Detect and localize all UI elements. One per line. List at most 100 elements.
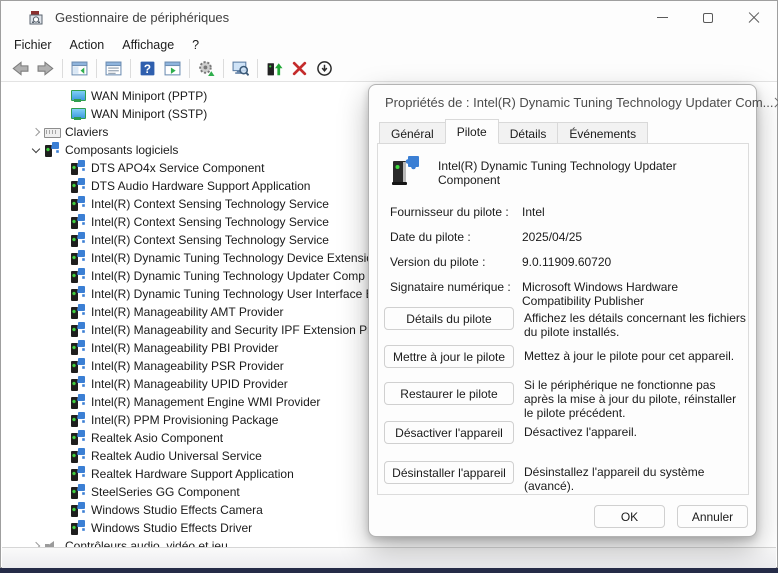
driver-action-button[interactable]: Détails du pilote xyxy=(384,307,514,330)
ok-button[interactable]: OK xyxy=(594,505,665,528)
dialog-tab[interactable]: Événements xyxy=(557,122,648,144)
tree-item-icon xyxy=(70,430,86,446)
update-driver-icon[interactable] xyxy=(266,60,283,77)
uninstall-device-icon[interactable] xyxy=(291,60,308,77)
tree-item-label: Claviers xyxy=(65,125,108,139)
menubar: FichierActionAffichage? xyxy=(1,34,777,56)
tree-item-label: SteelSeries GG Component xyxy=(91,485,240,499)
dialog-close-button[interactable] xyxy=(774,85,778,119)
tree-item-label: Intel(R) Manageability AMT Provider xyxy=(91,305,284,319)
dialog-tab[interactable]: Général xyxy=(379,122,446,144)
tree-item-label: Realtek Hardware Support Application xyxy=(91,467,294,481)
tree-item-label: Intel(R) Manageability PSR Provider xyxy=(91,359,284,373)
menubar-item[interactable]: Action xyxy=(61,36,114,54)
tree-item-label: Intel(R) Manageability and Security IPF … xyxy=(91,323,378,337)
driver-action-button[interactable]: Mettre à jour le pilote xyxy=(384,345,514,368)
back-icon[interactable] xyxy=(12,60,29,77)
dialog-tabs: GénéralPiloteDétailsÉvénements xyxy=(379,120,647,144)
tree-item-label: Windows Studio Effects Camera xyxy=(91,503,263,517)
help-icon[interactable]: ? xyxy=(139,60,156,77)
show-action-pane-icon[interactable] xyxy=(164,60,181,77)
toolbar-separator xyxy=(62,59,63,78)
dialog-tab[interactable]: Détails xyxy=(498,122,559,144)
close-button[interactable] xyxy=(731,1,777,34)
toolbar-separator xyxy=(257,59,258,78)
tree-item-icon xyxy=(70,214,86,230)
titlebar: Gestionnaire de périphériques xyxy=(1,1,777,34)
svg-text:?: ? xyxy=(144,63,151,76)
menubar-item[interactable]: Fichier xyxy=(5,36,61,54)
disable-device-icon[interactable] xyxy=(316,60,333,77)
maximize-button[interactable] xyxy=(685,1,731,34)
tree-item-icon xyxy=(70,106,86,122)
tree-item[interactable]: Contrôleurs audio, vidéo et jeu xyxy=(2,537,776,547)
tree-item-icon xyxy=(70,376,86,392)
toolbar-separator xyxy=(130,59,131,78)
tree-item-icon xyxy=(70,466,86,482)
toolbar-separator xyxy=(223,59,224,78)
tree-item-icon xyxy=(70,304,86,320)
toolbar-separator xyxy=(96,59,97,78)
tree-item-icon xyxy=(70,484,86,500)
tree-item-icon xyxy=(70,286,86,302)
tree-item-icon xyxy=(70,268,86,284)
tree-item-label: Intel(R) Context Sensing Technology Serv… xyxy=(91,233,329,247)
tree-item-label: Intel(R) Management Engine WMI Provider xyxy=(91,395,320,409)
menubar-item[interactable]: Affichage xyxy=(113,36,183,54)
close-icon xyxy=(748,12,760,24)
dialog-titlebar: Propriétés de : Intel(R) Dynamic Tuning … xyxy=(369,85,756,119)
toolbar: ? xyxy=(1,56,777,82)
driver-action-description: Désinstallez l'appareil du système (avan… xyxy=(524,465,746,493)
properties-icon[interactable] xyxy=(105,60,122,77)
tree-item-label: WAN Miniport (SSTP) xyxy=(91,107,207,121)
tree-item-icon xyxy=(70,340,86,356)
device-manager-app-icon xyxy=(28,9,45,26)
screen: Gestionnaire de périphériques FichierAct… xyxy=(0,0,778,573)
tree-item-icon xyxy=(70,358,86,374)
tree-item-icon xyxy=(44,142,60,158)
tree-item-label: Realtek Asio Component xyxy=(91,431,223,445)
tree-item-label: WAN Miniport (PPTP) xyxy=(91,89,207,103)
dialog-tab[interactable]: Pilote xyxy=(445,119,499,144)
minimize-icon xyxy=(657,17,668,18)
tree-item-icon xyxy=(70,448,86,464)
dialog-title: Propriétés de : Intel(R) Dynamic Tuning … xyxy=(385,95,774,110)
cancel-button[interactable]: Annuler xyxy=(677,505,748,528)
driver-action-description: Mettez à jour le pilote pour cet apparei… xyxy=(524,349,746,363)
tree-item-icon xyxy=(70,394,86,410)
expander-chevron-icon[interactable] xyxy=(28,538,44,547)
search-computer-icon[interactable] xyxy=(232,60,249,77)
tree-item-icon xyxy=(70,322,86,338)
forward-icon[interactable] xyxy=(37,60,54,77)
driver-action-description: Affichez les détails concernant les fich… xyxy=(524,311,746,339)
minimize-button[interactable] xyxy=(639,1,685,34)
window-bottom-edge xyxy=(2,547,776,568)
window-controls xyxy=(639,1,777,34)
tree-item-icon xyxy=(70,88,86,104)
driver-action-button[interactable]: Désinstaller l'appareil xyxy=(384,461,514,484)
tree-item-icon xyxy=(70,520,86,536)
tree-item-icon xyxy=(44,124,60,140)
tree-item-label: Intel(R) Dynamic Tuning Technology Updat… xyxy=(91,269,365,283)
tree-item-icon xyxy=(70,232,86,248)
window-title: Gestionnaire de périphériques xyxy=(55,10,229,25)
menubar-item[interactable]: ? xyxy=(183,36,208,54)
expander-chevron-icon[interactable] xyxy=(28,124,44,140)
driver-action-button[interactable]: Désactiver l'appareil xyxy=(384,421,514,444)
tree-item-icon xyxy=(70,250,86,266)
tree-item-icon xyxy=(70,502,86,518)
tree-item-label: Realtek Audio Universal Service xyxy=(91,449,262,463)
driver-action-description: Si le périphérique ne fonctionne pas apr… xyxy=(524,378,746,420)
expander-chevron-icon[interactable] xyxy=(28,142,44,158)
tree-item-label: Intel(R) Context Sensing Technology Serv… xyxy=(91,197,329,211)
tree-item-label: DTS APO4x Service Component xyxy=(91,161,264,175)
pilote-tab-page: Intel(R) Dynamic Tuning Technology Updat… xyxy=(377,143,749,495)
tree-item-icon xyxy=(70,412,86,428)
scan-hardware-changes-icon[interactable] xyxy=(198,60,215,77)
tree-item-label: Intel(R) Manageability PBI Provider xyxy=(91,341,278,355)
driver-action-button[interactable]: Restaurer le pilote xyxy=(384,382,514,405)
tree-item-icon xyxy=(70,160,86,176)
driver-action-description: Désactivez l'appareil. xyxy=(524,425,746,439)
tree-item-label: Composants logiciels xyxy=(65,143,178,157)
show-console-tree-icon[interactable] xyxy=(71,60,88,77)
